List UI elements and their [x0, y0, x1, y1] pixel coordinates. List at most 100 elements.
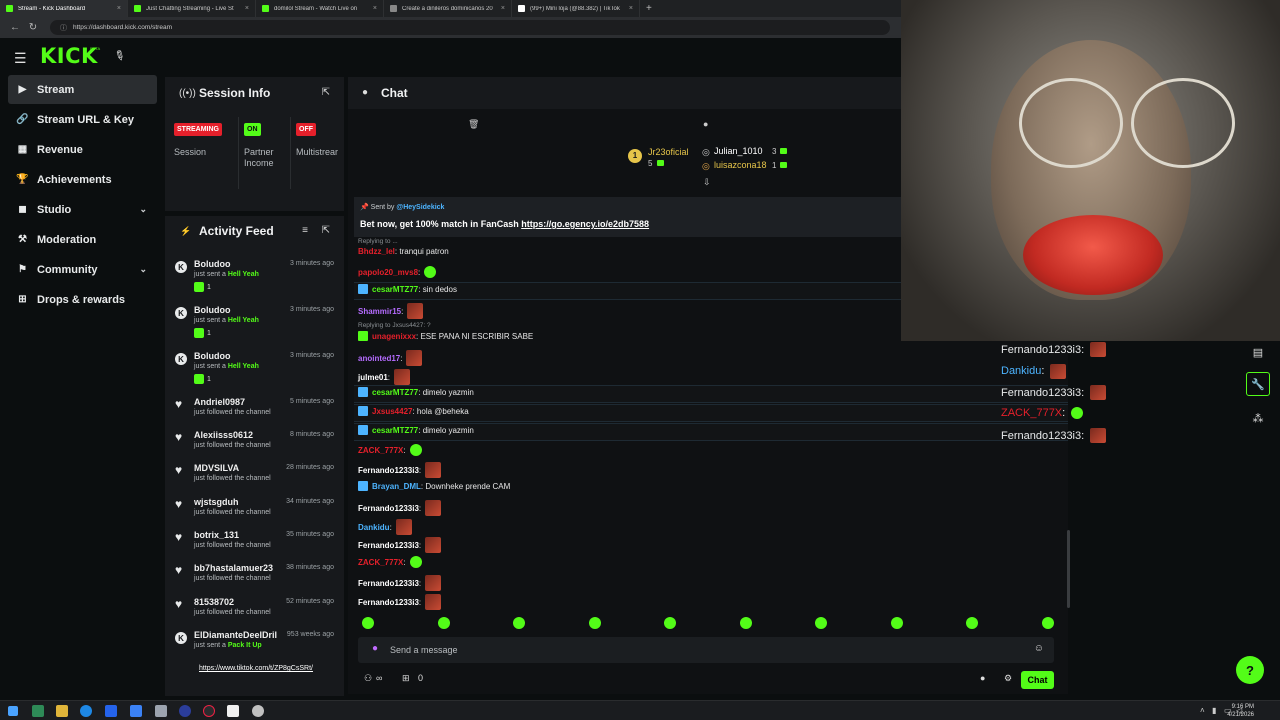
sidebar-item-achievements[interactable]: 🏆 Achievements — [8, 165, 157, 194]
close-tab-icon[interactable]: × — [629, 5, 633, 12]
feed-username[interactable]: ElDiamanteDeelDril — [194, 630, 277, 640]
leader-name[interactable]: Jr23oficial — [648, 147, 689, 157]
browser-tab[interactable]: domilol Stream - Watch Live on × — [256, 0, 384, 17]
taskbar-app-icon[interactable] — [227, 705, 239, 717]
chat-username[interactable]: julme01 — [358, 373, 388, 382]
pin-icon[interactable]: ✎ — [111, 46, 128, 65]
chat-username[interactable]: Fernando1233i3 — [358, 598, 419, 607]
file-explorer-icon[interactable] — [56, 705, 68, 717]
leader-name[interactable]: Julian_1010 — [714, 146, 763, 156]
emote-icon[interactable] — [513, 617, 525, 629]
chat-username[interactable]: unagenixxx — [372, 332, 416, 341]
chat-username[interactable]: cesarMTZ77 — [372, 426, 418, 435]
chat-username[interactable]: Fernando1233i3 — [358, 579, 419, 588]
chat-username[interactable]: Dankidu — [358, 523, 390, 532]
clock[interactable]: 9:16 PM 4/21/2026 — [1227, 703, 1254, 719]
layout-icon[interactable]: ▤ — [1246, 340, 1270, 364]
url-field[interactable]: ⓘ https://dashboard.kick.com/stream — [50, 20, 890, 35]
sidebar-item-revenue[interactable]: ▦ Revenue — [8, 135, 157, 164]
chat-username[interactable]: cesarMTZ77 — [372, 388, 418, 397]
chat-username[interactable]: cesarMTZ77 — [372, 285, 418, 294]
feed-username[interactable]: wjstsgduh — [194, 497, 239, 507]
nodes-icon[interactable]: ⁂ — [1246, 406, 1270, 430]
gift-icon[interactable]: ⊞ — [402, 673, 410, 684]
edge-icon[interactable] — [80, 705, 92, 717]
close-tab-icon[interactable]: × — [117, 5, 121, 12]
emote-icon[interactable] — [815, 617, 827, 629]
chat-username[interactable]: papolo20_mvs8 — [358, 268, 418, 277]
chat-username[interactable]: ZACK_777X — [358, 446, 403, 455]
feed-username[interactable]: botrix_131 — [194, 530, 239, 540]
chat-username[interactable]: anointed17 — [358, 354, 400, 363]
message-input[interactable] — [390, 641, 990, 659]
emote-icon[interactable] — [1041, 617, 1054, 629]
help-icon[interactable]: ? — [1236, 656, 1264, 684]
taskbar-app-icon[interactable] — [130, 705, 142, 717]
chat-username[interactable]: Fernando1233i3 — [358, 466, 419, 475]
new-tab-button[interactable]: + — [646, 3, 652, 14]
reload-icon[interactable]: ↻ — [26, 22, 40, 33]
emoji-icon[interactable]: ☺ — [1034, 643, 1044, 654]
taskbar-app-icon[interactable] — [105, 705, 117, 717]
back-icon[interactable]: ← — [8, 22, 22, 33]
browser-tab[interactable]: Create a dinileros dominicanos 20 × — [384, 0, 512, 17]
chat-username[interactable]: Brayan_DML — [372, 482, 421, 491]
chat-send-button[interactable]: Chat — [1021, 671, 1054, 689]
taskbar-app-icon[interactable] — [32, 705, 44, 717]
feed-username[interactable]: 81538702 — [194, 597, 234, 607]
chat-username[interactable]: Jxsus4427 — [372, 407, 412, 416]
close-tab-icon[interactable]: × — [245, 5, 249, 12]
emote-icon[interactable] — [588, 617, 601, 629]
emote-icon[interactable] — [664, 617, 676, 629]
gear-icon[interactable]: ⚙ — [1004, 673, 1012, 684]
emote-icon[interactable] — [739, 617, 752, 629]
tray-icon[interactable]: ▮ — [1212, 706, 1216, 715]
users-icon[interactable]: ⚇ — [364, 673, 372, 684]
leader-name[interactable]: luisazcona18 — [714, 160, 767, 170]
feed-username[interactable]: Andriel0987 — [194, 397, 245, 407]
chat-username[interactable]: Fernando1233i3 — [358, 541, 419, 550]
popout-icon[interactable]: ⇱ — [322, 87, 330, 98]
feed-username[interactable]: Alexiisss0612 — [194, 430, 253, 440]
emote-icon[interactable] — [362, 617, 374, 629]
mic-icon[interactable]: ● — [372, 643, 378, 654]
menu-icon[interactable]: ☰ — [14, 50, 27, 67]
taskbar-app-icon[interactable] — [179, 705, 191, 717]
feed-username[interactable]: Boludoo — [194, 259, 231, 269]
chrome-icon[interactable] — [252, 705, 264, 717]
browser-tab[interactable]: (99+) Mini loja (@88.382) | TikTok × — [512, 0, 640, 17]
feed-username[interactable]: MDVSILVA — [194, 463, 239, 473]
tiktok-link[interactable]: https://www.tiktok.com/t/ZP8gCsSRt/ — [199, 664, 335, 674]
sidebar-item-community[interactable]: ⚑ Community ⌄ — [8, 255, 157, 284]
browser-tab[interactable]: Just Chatting Streaming - Live St × — [128, 0, 256, 17]
obs-icon[interactable] — [203, 705, 215, 717]
sidebar-item-stream-url-key[interactable]: 🔗 Stream URL & Key — [8, 105, 157, 134]
chat-username[interactable]: Fernando1233i3 — [358, 504, 419, 513]
feed-username[interactable]: bb7hastalamuer23 — [194, 563, 273, 573]
emote-icon[interactable] — [437, 617, 450, 629]
close-tab-icon[interactable]: × — [373, 5, 377, 12]
windows-start-icon[interactable] — [8, 706, 18, 716]
chat-username[interactable]: Shammir15 — [358, 307, 401, 316]
chevron-down-icon[interactable]: ⇩ — [703, 177, 711, 188]
feed-username[interactable]: Boludoo — [194, 305, 231, 315]
sidebar-item-drops-rewards[interactable]: ⊞ Drops & rewards — [8, 285, 157, 314]
browser-tab[interactable]: Stream - Kick Dashboard × — [0, 0, 128, 17]
pinned-link[interactable]: https://go.egency.io/e2db7588 — [521, 219, 649, 229]
chevron-down-icon[interactable]: ⌄ — [139, 264, 147, 275]
sidebar-item-moderation[interactable]: ⚒ Moderation — [8, 225, 157, 254]
sidebar-item-studio[interactable]: ◼ Studio ⌄ — [8, 195, 157, 224]
close-tab-icon[interactable]: × — [501, 5, 505, 12]
filter-icon[interactable]: ≡ — [302, 225, 308, 236]
chevron-down-icon[interactable]: ⌄ — [139, 204, 147, 215]
popout-icon[interactable]: ⇱ — [322, 225, 330, 236]
emote-icon[interactable] — [966, 617, 978, 629]
chat-username[interactable]: Bhdzz_lel — [358, 247, 395, 256]
wrench-icon[interactable]: 🔧 — [1246, 372, 1270, 396]
chat-bubble-icon[interactable]: ● — [980, 673, 985, 683]
chat-scrollbar[interactable] — [1067, 530, 1070, 608]
chat-mode-icon[interactable]: ● — [703, 119, 708, 129]
chat-username[interactable]: ZACK_777X — [358, 558, 403, 567]
trash-icon[interactable]: 🗑 — [468, 119, 479, 130]
pinned-author[interactable]: @HeySidekick — [396, 204, 444, 211]
